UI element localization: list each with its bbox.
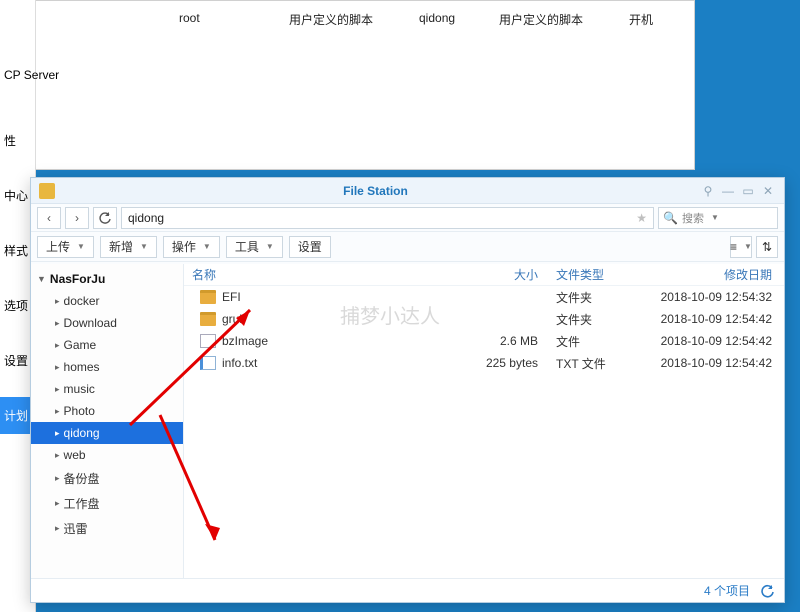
file-row[interactable]: grub文件夹2018-10-09 12:54:42 <box>184 308 784 330</box>
tree-item-迅雷[interactable]: ▸ 迅雷 <box>31 516 183 541</box>
chevron-down-icon: ▼ <box>266 242 274 251</box>
tree-root[interactable]: ▼ NasForJu <box>31 268 183 290</box>
reload-icon[interactable] <box>760 584 774 598</box>
cell-task: 用户定义的脚本 <box>271 11 401 28</box>
txt-icon <box>200 356 216 370</box>
search-input[interactable]: 🔍 搜索 ▼ <box>658 207 778 229</box>
path-text: qidong <box>128 211 164 225</box>
new-button[interactable]: 新增▼ <box>100 236 157 258</box>
close-button[interactable]: ✕ <box>760 183 776 199</box>
maximize-button[interactable]: ▭ <box>740 183 756 199</box>
folder-icon <box>200 290 216 304</box>
file-list: 名称 大小 文件类型 修改日期 EFI文件夹2018-10-09 12:54:3… <box>184 264 784 578</box>
back-button[interactable]: ‹ <box>37 207 61 229</box>
tree-item-Download[interactable]: ▸ Download <box>31 312 183 334</box>
col-name[interactable]: 名称 <box>184 266 476 283</box>
tree-item-Photo[interactable]: ▸ Photo <box>31 400 183 422</box>
chevron-down-icon: ▼ <box>203 242 211 251</box>
tree-item-homes[interactable]: ▸ homes <box>31 356 183 378</box>
tree-item-docker[interactable]: ▸ docker <box>31 290 183 312</box>
list-header: 名称 大小 文件类型 修改日期 <box>184 264 784 286</box>
tree-item-web[interactable]: ▸ web <box>31 444 183 466</box>
file-row[interactable]: bzImage2.6 MB文件2018-10-09 12:54:42 <box>184 330 784 352</box>
ops-button[interactable]: 操作▼ <box>163 236 220 258</box>
sort-button[interactable]: ⇅ <box>756 236 778 258</box>
status-bar: 4 个项目 <box>31 578 784 602</box>
table-row[interactable]: root 用户定义的脚本 qidong 用户定义的脚本 开机 <box>1 5 694 34</box>
col-type[interactable]: 文件类型 <box>546 266 616 283</box>
minimize-button[interactable]: — <box>720 183 736 199</box>
window-title: File Station <box>55 184 696 198</box>
tree-item-qidong[interactable]: ▸ qidong <box>31 422 183 444</box>
file-row[interactable]: EFI文件夹2018-10-09 12:54:32 <box>184 286 784 308</box>
pin-button[interactable]: ⚲ <box>700 183 716 199</box>
forward-button[interactable]: › <box>65 207 89 229</box>
cell-user: root <box>161 11 271 28</box>
chevron-down-icon: ▼ <box>711 213 719 222</box>
tree-item-备份盘[interactable]: ▸ 备份盘 <box>31 466 183 491</box>
path-bar[interactable]: qidong ★ <box>121 207 654 229</box>
cell-name: qidong <box>401 11 481 28</box>
tree-item-music[interactable]: ▸ music <box>31 378 183 400</box>
tree-item-工作盘[interactable]: ▸ 工作盘 <box>31 491 183 516</box>
cell-event: 开机 <box>611 11 671 28</box>
star-icon[interactable]: ★ <box>636 211 647 225</box>
file-icon <box>200 334 216 348</box>
chevron-down-icon: ▼ <box>77 242 85 251</box>
toolbar: 上传▼ 新增▼ 操作▼ 工具▼ 设置 ≡▼ ⇅ <box>31 232 784 262</box>
search-icon: 🔍 <box>663 211 678 225</box>
nav-bar: ‹ › qidong ★ 🔍 搜索 ▼ <box>31 204 784 232</box>
tree-item-Game[interactable]: ▸ Game <box>31 334 183 356</box>
tools-button[interactable]: 工具▼ <box>226 236 283 258</box>
search-placeholder-text: 搜索 <box>682 210 704 226</box>
folder-icon <box>200 312 216 326</box>
folder-tree: ▼ NasForJu ▸ docker▸ Download▸ Game▸ hom… <box>31 264 184 578</box>
panel-item[interactable]: CP Server <box>0 58 35 92</box>
view-list-button[interactable]: ≡▼ <box>730 236 752 258</box>
titlebar[interactable]: File Station ⚲ — ▭ ✕ <box>31 178 784 204</box>
upload-button[interactable]: 上传▼ <box>37 236 94 258</box>
file-station-window: File Station ⚲ — ▭ ✕ ‹ › qidong ★ 🔍 搜索 ▼… <box>30 177 785 603</box>
col-size[interactable]: 大小 <box>476 266 546 283</box>
item-count: 4 个项目 <box>704 582 750 599</box>
settings-button[interactable]: 设置 <box>289 236 331 258</box>
chevron-down-icon: ▼ <box>140 242 148 251</box>
task-scheduler-window: root 用户定义的脚本 qidong 用户定义的脚本 开机 <box>0 0 695 170</box>
app-icon <box>39 183 55 199</box>
panel-item[interactable]: 性 <box>0 122 35 159</box>
file-row[interactable]: info.txt225 bytesTXT 文件2018-10-09 12:54:… <box>184 352 784 374</box>
refresh-button[interactable] <box>93 207 117 229</box>
cell-type: 用户定义的脚本 <box>481 11 611 28</box>
col-date[interactable]: 修改日期 <box>616 266 784 283</box>
